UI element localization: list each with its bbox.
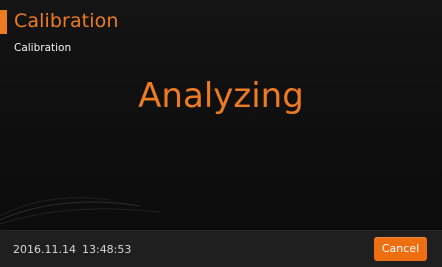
cancel-button[interactable]: Cancel	[374, 237, 427, 261]
page-title: Calibration	[14, 10, 119, 32]
calibration-screen: Calibration Calibration Analyzing 2016.1…	[0, 0, 442, 267]
date-text: 2016.11.14	[13, 243, 76, 256]
time-text: 13:48:53	[81, 243, 132, 256]
title-accent-bar	[0, 10, 7, 34]
status-text: Analyzing	[138, 76, 304, 116]
datetime-display: 2016.11.14 13:48:53	[13, 243, 131, 257]
decorative-swoosh	[0, 197, 161, 225]
page-subtitle: Calibration	[14, 42, 72, 54]
